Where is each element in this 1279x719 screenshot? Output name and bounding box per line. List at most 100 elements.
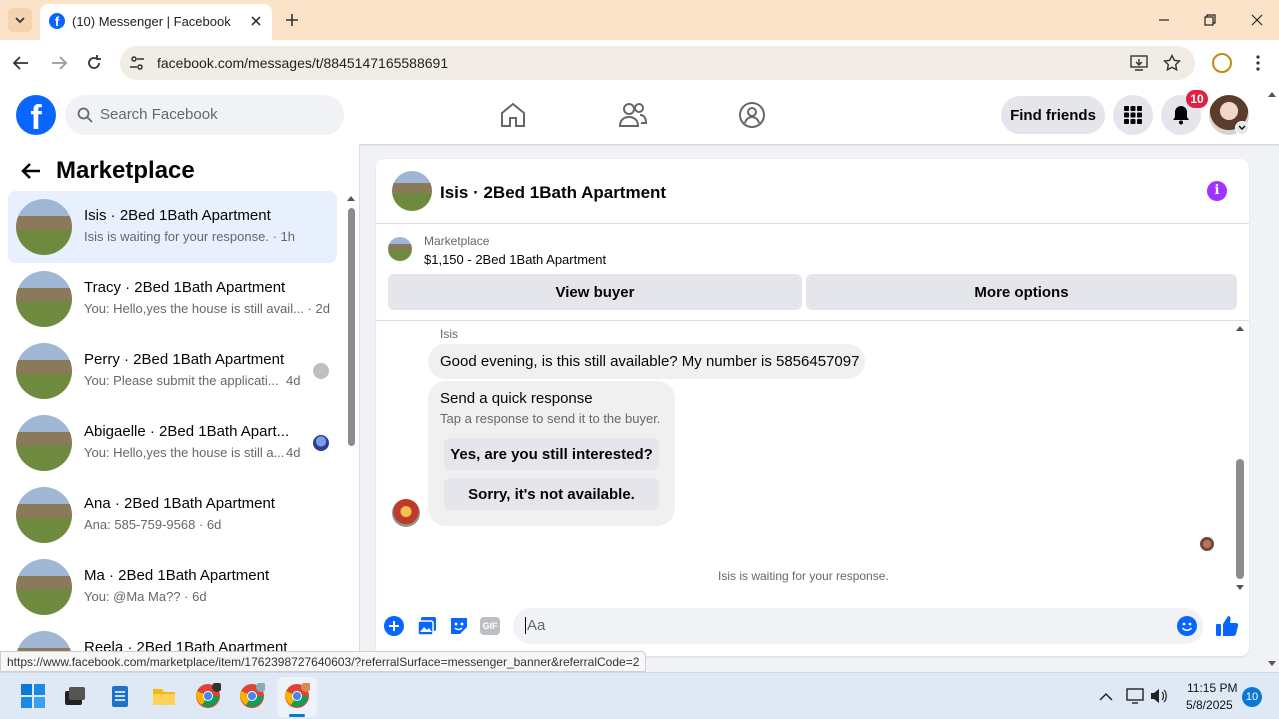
listing-thumbnail xyxy=(16,343,72,399)
conversation-title: Abigaelle · 2Bed 1Bath Apart... xyxy=(84,423,290,440)
menu-grid-icon xyxy=(1124,106,1142,124)
chat-title[interactable]: Isis · 2Bed 1Bath Apartment xyxy=(440,183,666,203)
minimize-icon[interactable] xyxy=(1156,12,1172,28)
conversation-item[interactable]: Ma · 2Bed 1Bath Apartment You: @Ma Ma?? … xyxy=(8,551,337,623)
tab-list-dropdown-icon[interactable] xyxy=(8,8,32,32)
listing-detail[interactable]: $1,150 - 2Bed 1Bath Apartment xyxy=(424,252,606,267)
windows-taskbar: 11:15 PM 5/8/2025 10 xyxy=(0,672,1279,719)
facebook-logo-icon[interactable]: f xyxy=(16,95,56,135)
notification-center-badge[interactable]: 10 xyxy=(1242,687,1262,707)
search-input[interactable]: Search Facebook xyxy=(65,95,344,135)
chat-scrollbar[interactable] xyxy=(1234,324,1246,594)
quick-response-subtitle: Tap a response to send it to the buyer. xyxy=(440,411,661,426)
new-tab-icon[interactable] xyxy=(282,10,302,30)
marketplace-conversation-list: Marketplace Isis · 2Bed 1Bath Apartment … xyxy=(0,144,360,672)
find-friends-button[interactable]: Find friends xyxy=(1001,96,1105,134)
conversation-preview: Isis is waiting for your response. · 1h xyxy=(84,229,295,244)
reload-icon[interactable] xyxy=(85,54,105,72)
sender-avatar[interactable] xyxy=(392,499,420,527)
view-buyer-button[interactable]: View buyer xyxy=(388,274,802,310)
quick-response-yes-label: Yes, are you still interested? xyxy=(450,445,653,463)
sticker-icon[interactable] xyxy=(448,615,470,637)
chrome-profile-1-icon[interactable] xyxy=(195,682,223,711)
windows-start-icon[interactable] xyxy=(20,683,48,711)
friends-icon[interactable] xyxy=(618,102,648,128)
emoji-icon[interactable] xyxy=(1177,616,1197,636)
more-options-button[interactable]: More options xyxy=(806,274,1237,310)
profile-icon[interactable] xyxy=(1212,53,1232,73)
restore-icon[interactable] xyxy=(1202,12,1218,28)
browser-menu-icon[interactable] xyxy=(1250,53,1266,73)
conversation-title: Ana · 2Bed 1Bath Apartment xyxy=(84,495,275,512)
notepad-icon[interactable] xyxy=(107,683,135,711)
clock-time[interactable]: 11:15 PM xyxy=(1187,681,1237,695)
conversation-item[interactable]: Ana · 2Bed 1Bath Apartment Ana: 585-759-… xyxy=(8,479,337,551)
home-icon[interactable] xyxy=(499,102,527,128)
view-buyer-label: View buyer xyxy=(555,283,635,301)
gif-icon[interactable]: GIF xyxy=(480,617,500,635)
find-friends-label: Find friends xyxy=(1010,106,1096,124)
account-chevron-icon[interactable] xyxy=(1235,121,1249,135)
message-input[interactable]: Aa xyxy=(513,608,1203,644)
conversation-time: 4d xyxy=(286,373,301,388)
listing-thumbnail xyxy=(16,199,72,255)
message-text: Good evening, is this still available? M… xyxy=(440,353,860,370)
browser-tab-active[interactable]: f (10) Messenger | Facebook xyxy=(40,4,272,40)
conversation-list-scrollbar[interactable] xyxy=(346,194,356,672)
bookmark-star-icon[interactable] xyxy=(1162,53,1182,72)
conversation-info-icon[interactable]: i xyxy=(1207,181,1227,201)
network-icon[interactable] xyxy=(1126,688,1144,704)
panel-title: Marketplace xyxy=(56,157,195,184)
page-scrollbar[interactable] xyxy=(1266,88,1278,670)
back-icon[interactable] xyxy=(20,160,44,184)
conversation-item[interactable]: Tracy · 2Bed 1Bath Apartment You: Hello,… xyxy=(8,263,337,335)
quick-response-card: Send a quick response Tap a response to … xyxy=(428,381,675,526)
conversation-preview: Ana: 585-759-9568 · 6d xyxy=(84,517,222,532)
conversation-preview: You: Hello,yes the house is still avail.… xyxy=(84,301,330,316)
clock-date[interactable]: 5/8/2025 xyxy=(1186,698,1233,712)
address-bar[interactable]: facebook.com/messages/t/8845147165588691 xyxy=(120,46,1195,80)
listing-banner[interactable]: Marketplace $1,150 - 2Bed 1Bath Apartmen… xyxy=(376,224,1249,321)
forward-arrow-icon[interactable] xyxy=(50,54,70,72)
chrome-profile-3-icon xyxy=(285,683,310,708)
browser-toolbar: facebook.com/messages/t/8845147165588691 xyxy=(0,40,1279,86)
listing-thumbnail xyxy=(16,559,72,615)
site-info-icon[interactable] xyxy=(128,54,146,72)
like-thumb-icon[interactable] xyxy=(1215,614,1239,638)
facebook-header: f Search Facebook Find friends 10 xyxy=(0,86,1279,144)
tab-title: (10) Messenger | Facebook xyxy=(72,14,231,29)
menu-grid-button[interactable] xyxy=(1113,95,1153,135)
volume-icon[interactable] xyxy=(1150,688,1168,704)
groups-icon[interactable] xyxy=(738,101,766,129)
chat-listing-avatar[interactable] xyxy=(392,171,432,211)
seen-receipt-avatar xyxy=(1200,537,1214,551)
quick-response-no-button[interactable]: Sorry, it's not available. xyxy=(444,478,659,510)
url-text: facebook.com/messages/t/8845147165588691 xyxy=(157,55,449,71)
conversation-preview: You: Please submit the applicati... xyxy=(84,373,279,388)
back-arrow-icon[interactable] xyxy=(12,54,32,72)
chrome-profile-2-icon[interactable] xyxy=(239,682,267,711)
chrome-active-app-highlight[interactable] xyxy=(277,677,317,717)
conversation-item[interactable]: Abigaelle · 2Bed 1Bath Apart... You: Hel… xyxy=(8,407,337,479)
file-explorer-icon[interactable] xyxy=(151,683,179,711)
attach-photo-icon[interactable] xyxy=(416,615,438,637)
conversation-preview: You: @Ma Ma?? · 6d xyxy=(84,589,207,604)
conversation-item[interactable]: Isis · 2Bed 1Bath Apartment Isis is wait… xyxy=(8,191,337,263)
add-more-icon[interactable] xyxy=(384,616,404,636)
waiting-status: Isis is waiting for your response. xyxy=(718,569,889,583)
listing-thumbnail xyxy=(16,271,72,327)
show-hidden-icons[interactable] xyxy=(1099,689,1113,703)
conversation-preview: You: Hello,yes the house is still a... xyxy=(84,445,285,460)
conversation-item[interactable]: Perry · 2Bed 1Bath Apartment You: Please… xyxy=(8,335,337,407)
quick-response-no-label: Sorry, it's not available. xyxy=(468,485,635,503)
sender-name: Isis xyxy=(440,327,458,341)
install-app-icon[interactable] xyxy=(1130,54,1148,72)
message-bubble[interactable]: Good evening, is this still available? M… xyxy=(428,344,865,379)
task-view-icon[interactable] xyxy=(62,683,90,711)
more-options-label: More options xyxy=(974,283,1069,301)
message-input-placeholder: Aa xyxy=(525,617,546,634)
close-tab-icon[interactable] xyxy=(246,11,266,31)
close-window-icon[interactable] xyxy=(1249,12,1265,28)
chat-header: Isis · 2Bed 1Bath Apartment i xyxy=(376,159,1249,224)
quick-response-yes-button[interactable]: Yes, are you still interested? xyxy=(444,438,659,470)
